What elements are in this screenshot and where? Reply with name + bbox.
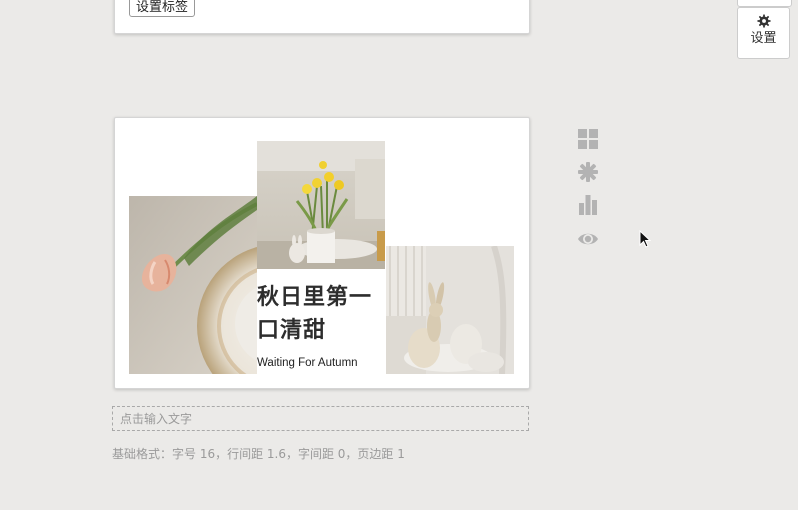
bunny-eggs-photo — [386, 246, 514, 374]
grid-icon[interactable] — [577, 128, 599, 150]
eye-icon[interactable] — [577, 228, 599, 250]
yellow-tulips-vase-photo — [257, 141, 385, 269]
mouse-cursor-icon — [639, 230, 651, 248]
preview-card[interactable]: 秋日里第一口清甜 Waiting For Autumn — [114, 117, 530, 389]
preview-title: 秋日里第一口清甜 — [257, 285, 373, 343]
set-tag-button[interactable]: 设置标签 — [129, 0, 196, 17]
settings-label: 设置 — [750, 31, 777, 46]
top-card: 设置标签 — [114, 0, 530, 34]
gear-icon — [756, 14, 771, 28]
tulip-teacup-photo — [129, 196, 257, 374]
asterisk-icon[interactable] — [577, 161, 599, 183]
bar-chart-icon[interactable] — [577, 194, 599, 216]
settings-button[interactable]: 设置 — [737, 7, 790, 59]
text-input-field[interactable] — [112, 406, 529, 431]
format-info: 基础格式：字号 16，行间距 1.6，字间距 0，页边距 1 — [112, 447, 405, 461]
settings-panel-top-edge — [737, 0, 792, 7]
preview-subtitle: Waiting For Autumn — [257, 357, 358, 369]
